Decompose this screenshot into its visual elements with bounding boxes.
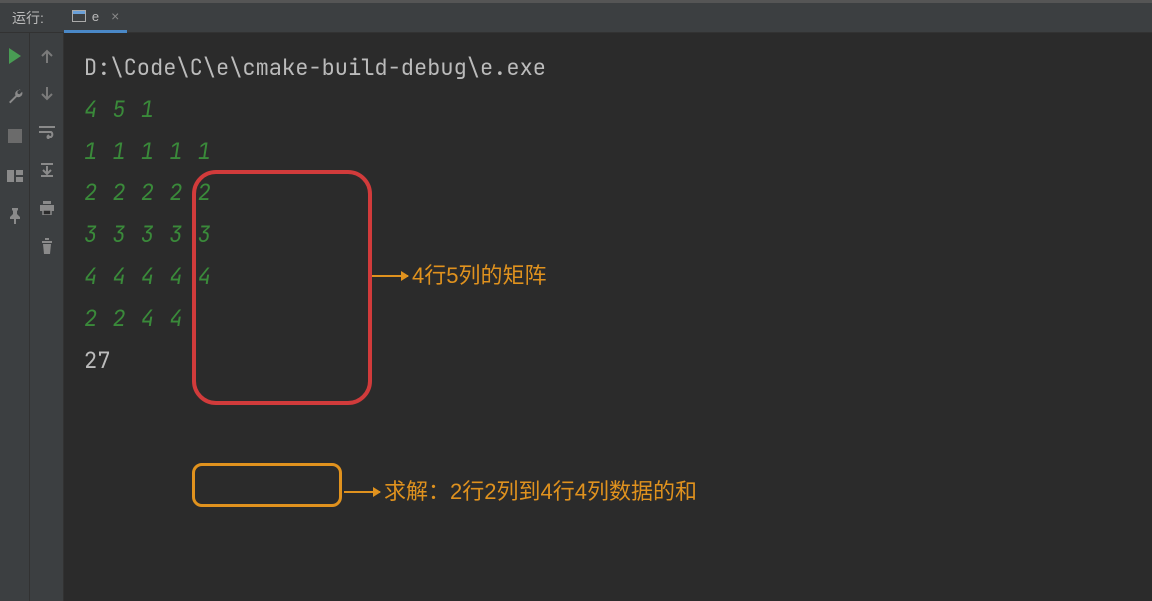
layout-icon[interactable] <box>6 167 24 185</box>
matrix-row: 1 1 1 1 1 <box>84 131 1132 173</box>
run-label: 运行: <box>12 8 44 28</box>
pin-icon[interactable] <box>6 207 24 225</box>
tab-name: e <box>92 9 99 24</box>
wrench-icon[interactable] <box>6 87 24 105</box>
soft-wrap-icon[interactable] <box>38 123 56 141</box>
stop-icon[interactable] <box>6 127 24 145</box>
app-window-icon <box>72 10 86 22</box>
run-panel-header: 运行: e × <box>0 3 1152 33</box>
annotation-box-query <box>192 463 342 507</box>
down-arrow-icon[interactable] <box>38 85 56 103</box>
left-gutter <box>0 33 30 601</box>
matrix-row: 4 4 4 4 4 <box>84 256 1132 298</box>
run-icon[interactable] <box>6 47 24 65</box>
input-params: 4 5 1 <box>84 89 1132 131</box>
annotation-text: 4行5列的矩阵 <box>412 255 546 297</box>
matrix-row: 2 2 2 2 2 <box>84 172 1132 214</box>
result-line: 27 <box>84 340 1132 382</box>
exe-path: D:\Code\C\e\cmake-build-debug\e.exe <box>84 47 1132 89</box>
matrix-row: 3 3 3 3 3 <box>84 214 1132 256</box>
arrow-icon <box>344 491 380 493</box>
up-arrow-icon[interactable] <box>38 47 56 65</box>
close-icon[interactable]: × <box>111 8 119 24</box>
console-output[interactable]: D:\Code\C\e\cmake-build-debug\e.exe 4 5 … <box>64 33 1152 601</box>
arrow-icon <box>372 275 408 277</box>
annotation-matrix: 4行5列的矩阵 <box>372 255 546 297</box>
run-tab[interactable]: e × <box>64 3 127 33</box>
annotation-query: 求解：2行2列到4行4列数据的和 <box>344 471 697 513</box>
query-line: 2 2 4 4 <box>84 298 1132 340</box>
annotation-text: 求解：2行2列到4行4列数据的和 <box>384 471 697 513</box>
scroll-to-end-icon[interactable] <box>38 161 56 179</box>
trash-icon[interactable] <box>38 237 56 255</box>
second-gutter <box>30 33 64 601</box>
print-icon[interactable] <box>38 199 56 217</box>
